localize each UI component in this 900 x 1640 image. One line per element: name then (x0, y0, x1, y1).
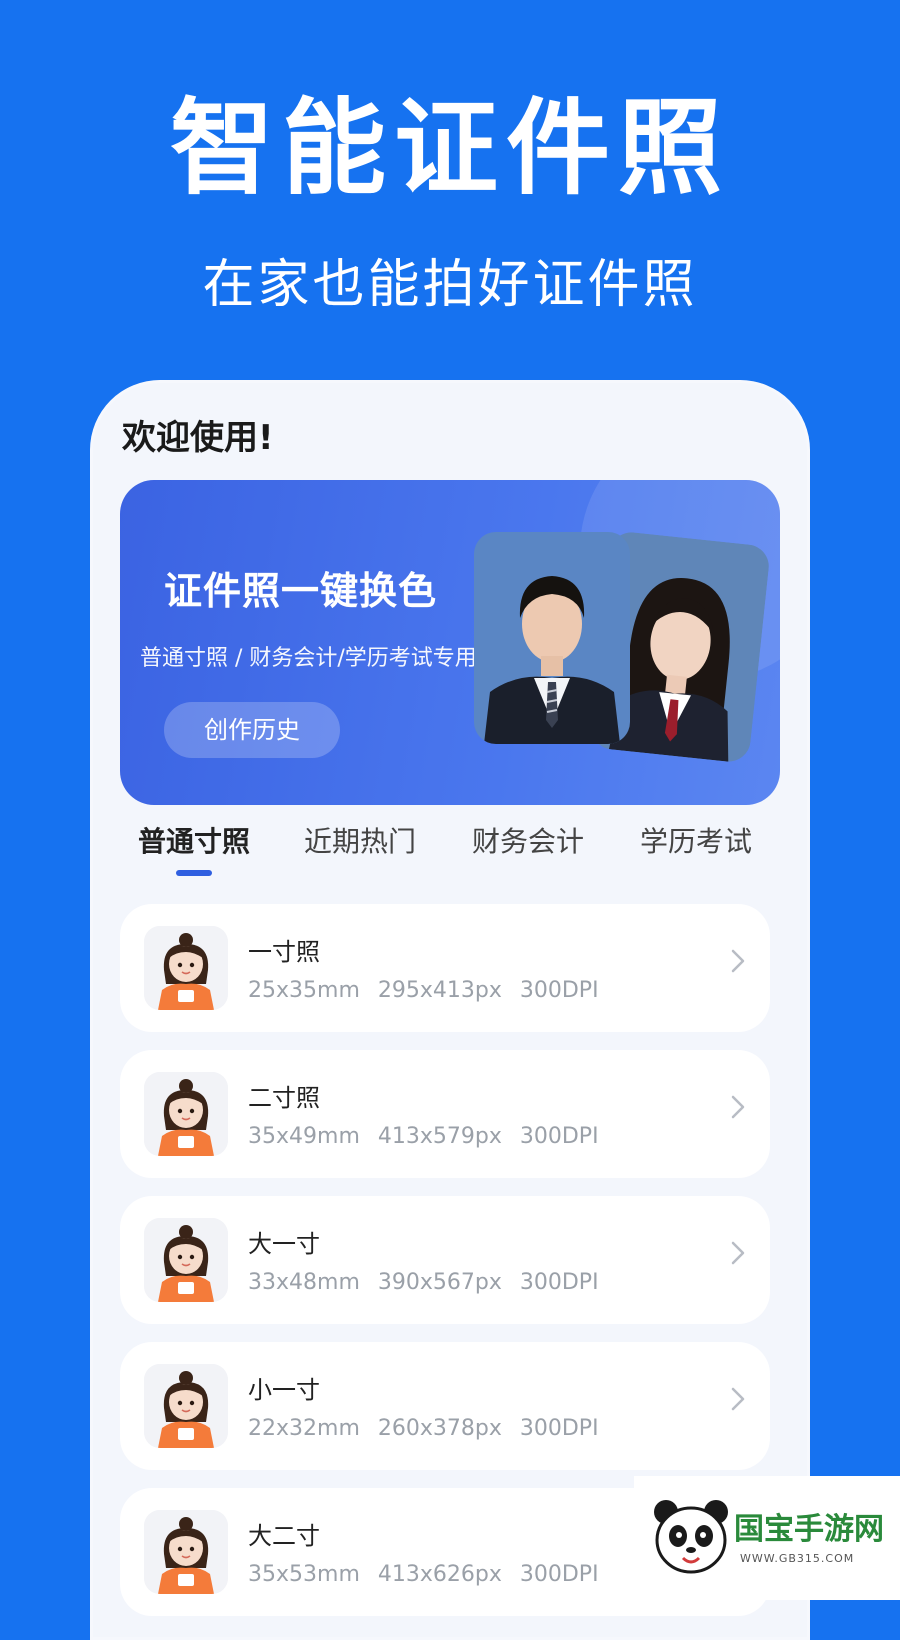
size-dpi: 300DPI (519, 978, 599, 1003)
chevron-right-icon (730, 1386, 746, 1416)
size-spec: 22x32mm 260x378px 300DPI (248, 1416, 617, 1441)
size-mm: 35x53mm (248, 1562, 360, 1587)
size-dpi: 300DPI (519, 1270, 599, 1295)
size-name: 小一寸 (248, 1376, 320, 1404)
welcome-text: 欢迎使用! (122, 418, 274, 458)
size-dpi: 300DPI (519, 1124, 599, 1149)
size-dpi: 300DPI (519, 1562, 599, 1587)
list-item[interactable]: 小一寸 22x32mm 260x378px 300DPI (120, 1342, 770, 1470)
avatar (144, 1072, 228, 1156)
list-item[interactable]: 二寸照 35x49mm 413x579px 300DPI (120, 1050, 770, 1178)
male-sample-photo (474, 532, 630, 744)
tab-recent-hot[interactable]: 近期热门 (304, 820, 416, 860)
chevron-right-icon (730, 1094, 746, 1124)
size-spec: 35x49mm 413x579px 300DPI (248, 1124, 617, 1149)
category-tabs: 普通寸照 近期热门 财务会计 学历考试 (90, 820, 810, 890)
watermark-name: 国宝手游网 (734, 1512, 884, 1547)
promo-headline: 智能证件照 (169, 87, 730, 209)
size-name: 一寸照 (248, 938, 320, 966)
size-px: 390x567px (377, 1270, 502, 1295)
list-item[interactable]: 大一寸 33x48mm 390x567px 300DPI (120, 1196, 770, 1324)
avatar (144, 1510, 228, 1594)
banner-description: 普通寸照 / 财务会计/学历考试专用 (140, 646, 477, 671)
size-name: 大二寸 (248, 1522, 320, 1550)
size-px: 413x626px (377, 1562, 502, 1587)
tab-standard[interactable]: 普通寸照 (138, 820, 250, 860)
avatar (144, 926, 228, 1010)
tab-finance[interactable]: 财务会计 (472, 820, 584, 860)
active-tab-indicator (176, 870, 212, 876)
size-spec: 25x35mm 295x413px 300DPI (248, 978, 617, 1003)
phone-screen: 欢迎使用! 证件照一键换色 普通寸照 / 财务会计/学历考试专用 创作历史 普通… (90, 380, 810, 1640)
list-item[interactable]: 一寸照 25x35mm 295x413px 300DPI (120, 904, 770, 1032)
site-watermark: 国宝手游网 WWW.GB315.COM (634, 1476, 900, 1600)
size-mm: 35x49mm (248, 1124, 360, 1149)
size-px: 295x413px (377, 978, 502, 1003)
size-spec: 35x53mm 413x626px 300DPI (248, 1562, 617, 1587)
size-name: 大一寸 (248, 1230, 320, 1258)
size-name: 二寸照 (248, 1084, 320, 1112)
color-change-banner[interactable]: 证件照一键换色 普通寸照 / 财务会计/学历考试专用 创作历史 (120, 480, 780, 805)
size-px: 413x579px (377, 1124, 502, 1149)
watermark-url: WWW.GB315.COM (740, 1552, 855, 1565)
size-dpi: 300DPI (519, 1416, 599, 1441)
chevron-right-icon (730, 1240, 746, 1270)
panda-logo (654, 1500, 728, 1574)
size-mm: 22x32mm (248, 1416, 360, 1441)
chevron-right-icon (730, 948, 746, 978)
promo-subline: 在家也能拍好证件照 (202, 255, 698, 315)
size-px: 260x378px (377, 1416, 502, 1441)
banner-title: 证件照一键换色 (164, 569, 438, 613)
tab-education-exam[interactable]: 学历考试 (640, 820, 752, 860)
size-spec: 33x48mm 390x567px 300DPI (248, 1270, 617, 1295)
history-button[interactable]: 创作历史 (164, 702, 340, 758)
avatar (144, 1218, 228, 1302)
size-mm: 25x35mm (248, 978, 360, 1003)
avatar (144, 1364, 228, 1448)
size-mm: 33x48mm (248, 1270, 360, 1295)
